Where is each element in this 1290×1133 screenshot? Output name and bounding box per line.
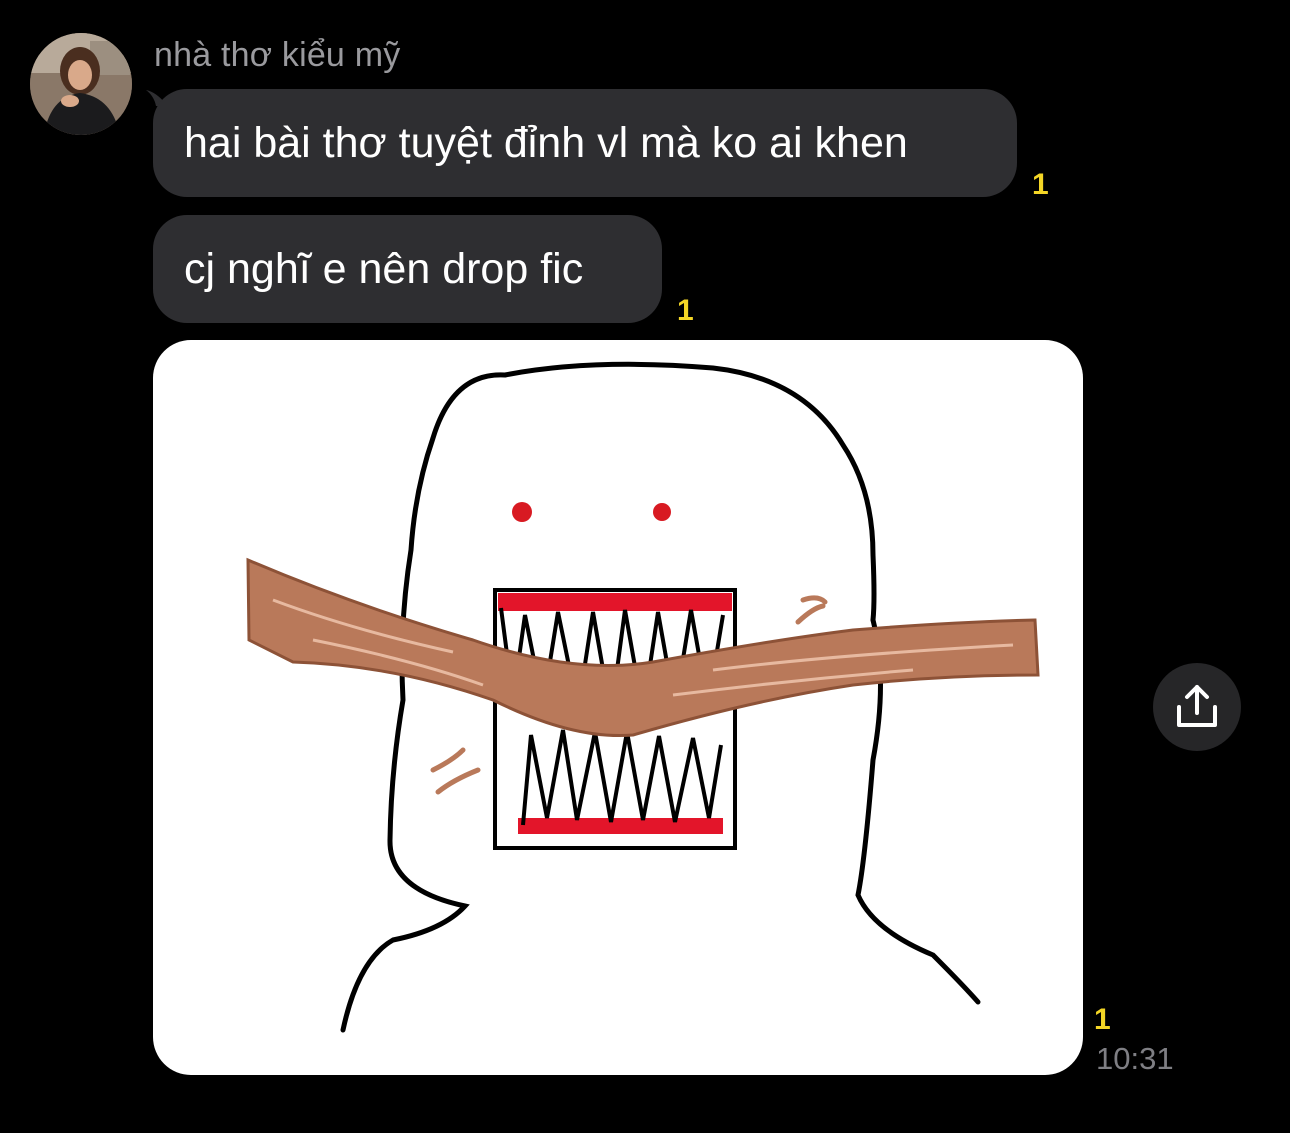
sender-name: nhà thơ kiểu mỹ <box>154 36 401 74</box>
share-button[interactable] <box>1153 663 1241 751</box>
image-message[interactable] <box>153 340 1083 1075</box>
unread-count: 1 <box>1094 1003 1111 1036</box>
message-bubble[interactable]: cj nghĩ e nên drop fic <box>153 215 662 323</box>
message-bubble[interactable]: hai bài thơ tuyệt đỉnh vl mà ko ai khen <box>153 89 1017 197</box>
avatar[interactable] <box>30 33 132 135</box>
message-time: 10:31 <box>1096 1041 1174 1076</box>
unread-count: 1 <box>1032 168 1049 201</box>
meme-drawing <box>246 361 1040 1033</box>
share-icon <box>1177 685 1217 727</box>
profile-photo <box>30 33 132 135</box>
unread-count: 1 <box>677 294 694 327</box>
